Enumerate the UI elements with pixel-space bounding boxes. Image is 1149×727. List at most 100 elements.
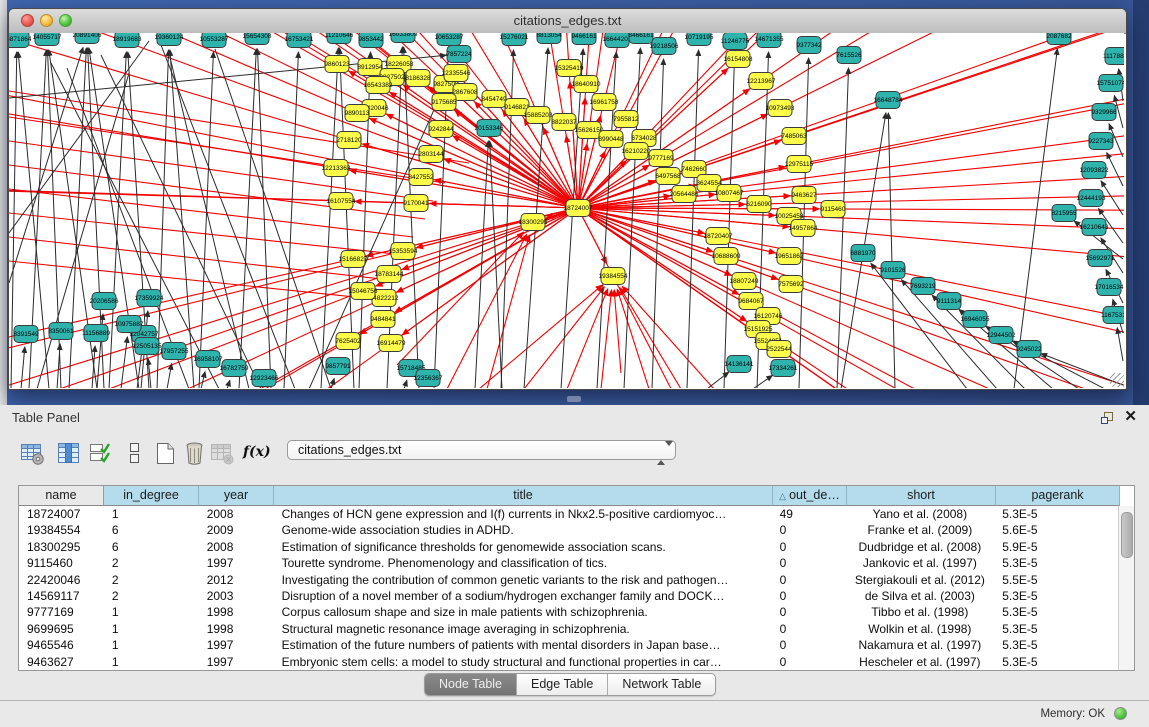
graph-node[interactable]: 12356367 <box>414 370 443 387</box>
row-height-icon[interactable] <box>121 440 148 467</box>
graph-node[interactable]: 17334261 <box>769 360 798 377</box>
delete-rows-icon[interactable] <box>181 440 208 467</box>
graph-node[interactable]: 15353594 <box>389 243 418 260</box>
graph-node[interactable]: 16946055 <box>961 311 990 328</box>
graph-node[interactable]: 10973493 <box>766 100 795 117</box>
graph-node[interactable]: 2718120 <box>336 132 362 149</box>
graph-node[interactable]: 9860123 <box>324 56 350 73</box>
graph-node[interactable]: 9170041 <box>403 195 429 212</box>
graph-node[interactable]: 10553287 <box>200 33 229 48</box>
close-panel-icon[interactable]: ✕ <box>1124 409 1137 425</box>
graph-node[interactable]: 14671355 <box>755 33 784 48</box>
graph-node[interactable]: 11675311 <box>1101 307 1124 324</box>
graph-node[interactable]: 16961758 <box>590 94 619 111</box>
table-row[interactable]: 946554611997Estimation of the future num… <box>19 637 1118 653</box>
column-header-name[interactable]: name <box>19 486 104 506</box>
graph-node[interactable]: 17957255 <box>160 343 189 360</box>
graph-node[interactable]: 7955812 <box>613 111 639 128</box>
column-header-in_degree[interactable]: in_degree <box>104 486 199 506</box>
table-row[interactable]: 2242004622012Investigating the contribut… <box>19 572 1118 588</box>
graph-node[interactable]: 20564486 <box>670 186 699 203</box>
graph-node[interactable]: 9329966 <box>1091 104 1117 121</box>
window-resize-grip[interactable] <box>1110 373 1124 387</box>
tab-edge-table[interactable]: Edge Table <box>517 674 608 695</box>
table-row[interactable]: 911546021997Tourette syndrome. Phenomeno… <box>19 555 1118 571</box>
graph-node[interactable]: 16958107 <box>194 351 223 368</box>
graph-hub-node[interactable]: 18724007 <box>564 200 593 217</box>
delete-table-icon[interactable] <box>209 440 236 467</box>
network-canvas-svg[interactable]: 1687186414055717208914061891968319360124… <box>9 33 1124 388</box>
graph-node[interactable]: 9777169 <box>648 150 674 167</box>
tab-node-table[interactable]: Node Table <box>425 674 517 695</box>
column-header-title[interactable]: title <box>274 486 773 506</box>
column-header-year[interactable]: year <box>199 486 274 506</box>
column-header-short[interactable]: short <box>847 486 996 506</box>
graph-node[interactable]: 11178875 <box>1103 48 1124 65</box>
graph-node[interactable]: 7693219 <box>910 278 936 295</box>
graph-node[interactable]: 19651862 <box>775 248 804 265</box>
graph-node[interactable]: 8466161 <box>628 33 654 44</box>
graph-node[interactable]: 18720407 <box>704 228 733 245</box>
graph-node[interactable]: 8350061 <box>48 323 74 340</box>
graph-node[interactable]: 16648784 <box>874 92 903 109</box>
graph-node[interactable]: 9111314 <box>937 293 962 310</box>
graph-node[interactable]: 10807467 <box>715 185 744 202</box>
graph-node[interactable]: 8822037 <box>551 114 577 131</box>
graph-node[interactable]: 16033809 <box>389 33 418 43</box>
graph-node[interactable]: 20153346 <box>475 120 504 137</box>
graph-node[interactable]: 18807249 <box>730 273 759 290</box>
graph-node[interactable]: 12505135 <box>133 338 162 355</box>
graph-node[interactable]: 15692971 <box>1086 250 1115 267</box>
graph-node[interactable]: 20891406 <box>73 33 102 44</box>
graph-node[interactable]: 6216090 <box>746 196 772 213</box>
table-row[interactable]: 1938455462009Genome-wide association stu… <box>19 522 1118 538</box>
graph-node[interactable]: 11210646 <box>325 33 354 44</box>
graph-node[interactable]: 7625402 <box>335 333 361 350</box>
graph-node[interactable]: 16210643 <box>1080 219 1109 236</box>
graph-node[interactable]: 15885203 <box>524 107 553 124</box>
graph-node[interactable]: 10719195 <box>685 33 714 46</box>
graph-node[interactable]: 18919683 <box>113 33 142 48</box>
graph-node[interactable]: 16154808 <box>724 51 753 68</box>
graph-node[interactable]: 12975115 <box>785 156 814 173</box>
graph-node[interactable]: 8813054 <box>536 33 562 44</box>
graph-node[interactable]: 10688609 <box>712 248 741 265</box>
graph-node[interactable]: 9377342 <box>796 37 822 54</box>
graph-node[interactable]: 8391549 <box>13 326 39 343</box>
graph-node[interactable]: 9101526 <box>880 262 906 279</box>
graph-node[interactable]: 12944502 <box>987 327 1016 344</box>
graph-node[interactable]: 12444193 <box>1077 190 1106 207</box>
graph-node[interactable]: 8186328 <box>405 70 431 87</box>
graph-node[interactable]: 14055717 <box>33 33 62 46</box>
table-settings-icon[interactable] <box>19 440 46 467</box>
float-panel-icon[interactable] <box>1100 411 1115 425</box>
row-selection-icon[interactable] <box>87 440 114 467</box>
graph-node[interactable]: 6497568 <box>655 168 681 185</box>
graph-node[interactable]: 8990448 <box>598 131 624 148</box>
graph-node[interactable]: 19360124 <box>155 33 184 46</box>
graph-node[interactable]: 7615526 <box>836 47 862 64</box>
table-row[interactable]: 946362711997Embryonic stem cells: a mode… <box>19 654 1118 670</box>
graph-node[interactable]: 19384554 <box>599 268 628 285</box>
graph-node[interactable]: 15751074 <box>1097 75 1124 92</box>
table-selector-dropdown[interactable]: citations_edges.txt <box>287 440 676 460</box>
graph-node[interactable]: 9684067 <box>738 293 764 310</box>
graph-node[interactable]: 18300295 <box>519 214 548 231</box>
graph-node[interactable]: 10653287 <box>435 33 464 46</box>
graph-node[interactable]: 9484841 <box>370 311 396 328</box>
graph-node[interactable]: 9227343 <box>1088 133 1114 150</box>
table-row[interactable]: 1872400712008Changes of HCN gene express… <box>19 506 1118 522</box>
graph-node[interactable]: 16543382 <box>364 77 393 94</box>
table-scrollbar-thumb[interactable] <box>1121 512 1133 558</box>
column-header-out_de[interactable]: △out_de… <box>773 486 847 506</box>
graph-node[interactable]: 18640910 <box>572 76 601 93</box>
graph-node[interactable]: 9463627 <box>791 187 817 204</box>
graph-node[interactable]: 18783144 <box>375 266 404 283</box>
graph-node[interactable]: 7857224 <box>446 46 472 63</box>
function-builder-icon[interactable]: f(x) <box>243 444 271 460</box>
table-row[interactable]: 1456911722003Disruption of a novel membe… <box>19 588 1118 604</box>
table-row[interactable]: 969969511998Structural magnetic resonanc… <box>19 621 1118 637</box>
column-visibility-icon[interactable] <box>55 440 82 467</box>
graph-node[interactable]: 12093822 <box>1080 162 1109 179</box>
graph-node[interactable]: 9466161 <box>571 33 597 45</box>
